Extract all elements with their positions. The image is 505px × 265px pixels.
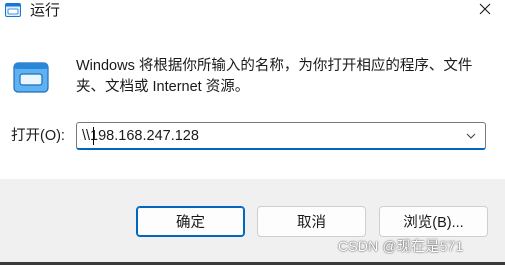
close-icon (479, 2, 491, 20)
open-input[interactable] (82, 125, 452, 147)
open-combobox[interactable] (76, 122, 486, 150)
open-label: 打开(O): (11, 128, 65, 144)
chevron-down-icon[interactable] (461, 126, 481, 146)
text-caret (93, 127, 94, 145)
window-title: 运行 (30, 2, 61, 19)
run-dialog: 运行 Windows 将根据你所输入的名称，为你打开相应的程序、文件夹、文档或 … (0, 0, 505, 265)
title-bar: 运行 (0, 0, 505, 24)
run-dialog-icon (12, 60, 52, 96)
browse-button[interactable]: 浏览(B)... (379, 206, 488, 237)
ok-button[interactable]: 确定 (136, 206, 245, 237)
close-button[interactable] (465, 0, 505, 22)
run-icon (5, 3, 21, 17)
watermark-text: CSDN @现在是571 (338, 238, 464, 254)
description-text: Windows 将根据你所输入的名称，为你打开相应的程序、文件夹、文档或 Int… (76, 58, 473, 95)
cancel-button[interactable]: 取消 (257, 206, 366, 237)
